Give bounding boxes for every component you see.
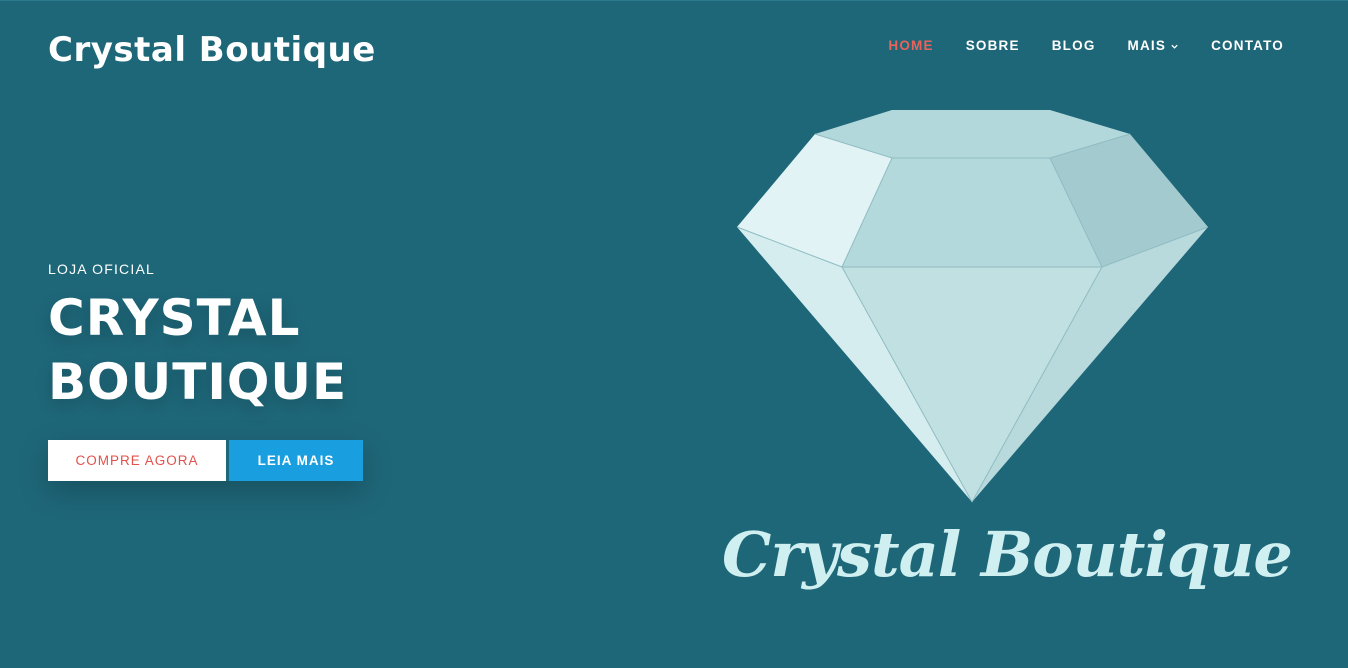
nav-item-label: CONTATO (1211, 38, 1284, 53)
hero-title-line: BOUTIQUE (48, 353, 348, 411)
nav-item-home[interactable]: HOME (888, 36, 933, 56)
nav-item-label: BLOG (1051, 38, 1096, 53)
hero-title: CRYSTAL BOUTIQUE (48, 286, 347, 414)
hero-title-line: CRYSTAL (48, 289, 301, 347)
nav-item-label: MAIS (1127, 38, 1167, 53)
main-nav: HOME SOBRE BLOG MAIS CONTATO (888, 36, 1284, 56)
logo-script-text: Crystal Boutique (722, 518, 1293, 591)
hero-section: LOJA OFICIAL CRYSTAL BOUTIQUE (48, 258, 347, 414)
shop-now-button[interactable]: COMPRE AGORA (48, 440, 226, 481)
chevron-down-icon (1171, 44, 1178, 49)
nav-item-label: HOME (888, 38, 934, 53)
hero-buttons: COMPRE AGORA LEIA MAIS (48, 440, 363, 481)
site-brand[interactable]: Crystal Boutique (48, 28, 376, 72)
nav-item-blog[interactable]: BLOG (1052, 36, 1096, 56)
hero-eyebrow: LOJA OFICIAL (48, 261, 155, 277)
nav-item-mais[interactable]: MAIS (1128, 36, 1180, 56)
top-border (0, 0, 1348, 1)
nav-item-contato[interactable]: CONTATO (1211, 36, 1284, 56)
read-more-button[interactable]: LEIA MAIS (229, 440, 363, 481)
nav-item-sobre[interactable]: SOBRE (966, 36, 1020, 56)
nav-item-label: SOBRE (965, 38, 1020, 53)
